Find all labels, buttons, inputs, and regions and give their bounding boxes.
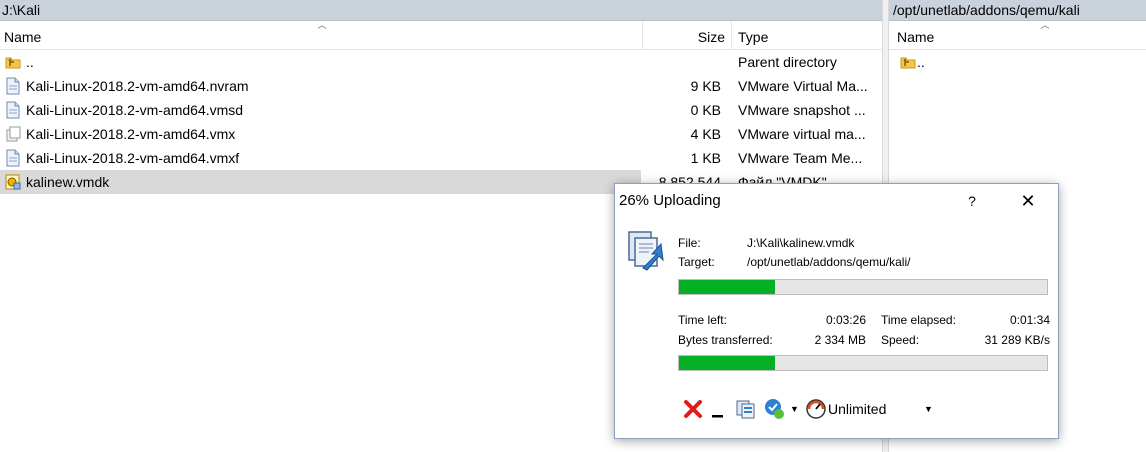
file-label: File: bbox=[678, 236, 701, 250]
file-icon bbox=[4, 149, 22, 167]
speed-limit-value[interactable]: Unlimited bbox=[828, 401, 886, 417]
local-file-list: .. Parent directory Kali-Linux-2018.2-vm-a… bbox=[0, 50, 882, 194]
minimize-to-background-icon[interactable] bbox=[711, 397, 725, 421]
on-completion-dropdown-icon[interactable]: ▼ bbox=[790, 404, 799, 414]
local-path-bar[interactable]: J:\Kali bbox=[0, 0, 882, 21]
upload-progress-dialog: 26% Uploading ? ✕ File: J:\Kali\kalinew.… bbox=[614, 183, 1059, 439]
file-type: Parent directory bbox=[738, 54, 837, 70]
column-type-header[interactable]: Type bbox=[732, 21, 882, 49]
time-elapsed-label: Time elapsed: bbox=[881, 313, 956, 327]
local-file-row[interactable]: kalinew.vmdk 8 852 544 Файл "VMDK" bbox=[0, 170, 827, 194]
remote-path-bar[interactable]: /opt/unetlab/addons/qemu/kali bbox=[889, 0, 1146, 21]
close-button[interactable]: ✕ bbox=[1013, 188, 1043, 214]
queue-transfer-icon[interactable] bbox=[735, 397, 757, 421]
file-size: 1 KB bbox=[690, 150, 721, 166]
file-progress-bar bbox=[678, 279, 1048, 295]
file-type: VMware Team Me... bbox=[738, 150, 863, 166]
file-type: VMware Virtual Ma... bbox=[738, 78, 868, 94]
remote-column-name-label: Name bbox=[897, 29, 935, 45]
file-progress-fill bbox=[679, 280, 775, 294]
file-type: VMware snapshot ... bbox=[738, 102, 866, 118]
file-size: 4 KB bbox=[690, 126, 721, 142]
speed-limit-dropdown-icon[interactable]: ▼ bbox=[924, 404, 933, 414]
speed-value: 31 289 KB/s bbox=[984, 333, 1050, 347]
file-value: J:\Kali\kalinew.vmdk bbox=[747, 236, 855, 250]
upload-transfer-icon bbox=[628, 231, 664, 271]
file-size: 0 KB bbox=[690, 102, 721, 118]
file-name: .. bbox=[917, 54, 925, 70]
cancel-transfer-icon[interactable] bbox=[683, 397, 703, 421]
on-completion-icon[interactable] bbox=[763, 397, 785, 421]
local-file-row[interactable]: Kali-Linux-2018.2-vm-amd64.vmxf 1 KB VMwar… bbox=[0, 146, 882, 170]
target-value: /opt/unetlab/addons/qemu/kali/ bbox=[747, 255, 911, 269]
file-name: Kali-Linux-2018.2-vm-amd64.vmxf bbox=[26, 150, 240, 166]
file-name: kalinew.vmdk bbox=[26, 174, 110, 190]
file-size: 9 KB bbox=[690, 78, 721, 94]
vmx-file-icon bbox=[4, 125, 22, 143]
remote-file-row[interactable]: .. bbox=[889, 50, 1146, 74]
parent-folder-icon bbox=[899, 53, 917, 71]
file-name: Kali-Linux-2018.2-vm-amd64.vmsd bbox=[26, 102, 244, 118]
vmdk-file-icon bbox=[4, 173, 22, 191]
speed-label: Speed: bbox=[881, 333, 920, 347]
help-button[interactable]: ? bbox=[959, 188, 985, 214]
local-file-row[interactable]: Kali-Linux-2018.2-vm-amd64.vmsd 0 KB VMwar… bbox=[0, 98, 882, 122]
column-size-header[interactable]: Size bbox=[643, 21, 732, 49]
speed-limit-icon[interactable] bbox=[805, 397, 827, 421]
local-file-row[interactable]: Kali-Linux-2018.2-vm-amd64.nvram 9 KB VMwa… bbox=[0, 74, 882, 98]
file-icon bbox=[4, 77, 22, 95]
local-file-row[interactable]: Kali-Linux-2018.2-vm-amd64.vmx 4 KB VMware… bbox=[0, 122, 882, 146]
remote-column-name-header[interactable]: Name bbox=[889, 21, 1146, 49]
file-icon bbox=[4, 101, 22, 119]
bytes-transferred-value: 2 334 MB bbox=[814, 333, 866, 347]
sort-ascending-icon: ︿ bbox=[1040, 20, 1050, 30]
column-type-label: Type bbox=[738, 29, 769, 45]
bytes-transferred-label: Bytes transferred: bbox=[678, 333, 773, 347]
total-progress-bar bbox=[678, 355, 1048, 371]
dialog-title: 26% Uploading bbox=[619, 192, 721, 209]
column-size-label: Size bbox=[697, 29, 725, 45]
file-name: .. bbox=[26, 54, 34, 70]
sort-ascending-icon: ︿ bbox=[317, 20, 327, 30]
file-name: Kali-Linux-2018.2-vm-amd64.nvram bbox=[26, 78, 249, 94]
local-file-row[interactable]: .. Parent directory bbox=[0, 50, 882, 74]
file-type: VMware virtual ma... bbox=[738, 126, 866, 142]
time-elapsed-value: 0:01:34 bbox=[1009, 313, 1050, 327]
local-column-header: Name ︿ Size Type bbox=[0, 21, 882, 50]
time-left-label: Time left: bbox=[678, 313, 727, 327]
column-name-label: Name bbox=[4, 29, 42, 45]
file-name: Kali-Linux-2018.2-vm-amd64.vmx bbox=[26, 126, 236, 142]
remote-file-list: .. bbox=[889, 50, 1146, 74]
parent-folder-icon bbox=[4, 53, 22, 71]
target-label: Target: bbox=[678, 255, 715, 269]
total-progress-fill bbox=[679, 356, 775, 370]
time-left-value: 0:03:26 bbox=[825, 313, 866, 327]
remote-column-header: Name ︿ bbox=[889, 21, 1146, 50]
